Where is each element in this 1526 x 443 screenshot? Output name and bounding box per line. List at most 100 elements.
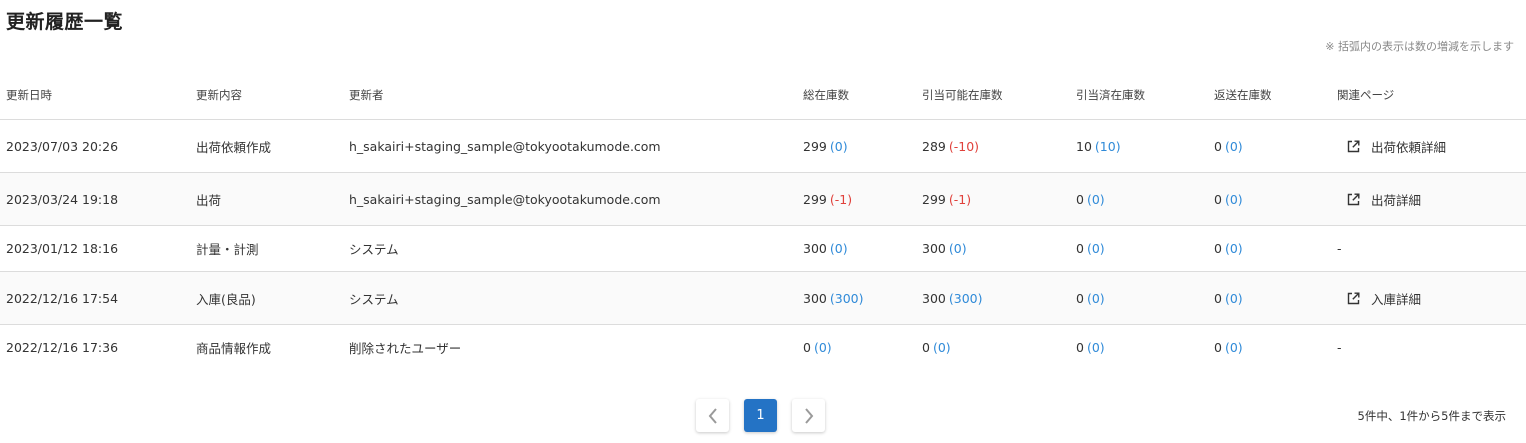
returned-stock-delta: (0)	[1224, 138, 1243, 154]
available-stock-delta: (0)	[932, 340, 951, 355]
allocated-stock-cell: 0 (0)	[1070, 172, 1208, 226]
prev-page-button[interactable]	[696, 399, 729, 432]
updater-cell: h_sakairi+staging_sample@tokyootakumode.…	[343, 172, 797, 226]
update-content-cell: 出荷依頼作成	[190, 119, 343, 173]
allocated-stock-cell: 10 (10)	[1070, 119, 1208, 173]
total-stock-value: 300	[803, 290, 827, 306]
column-header-related-page: 関連ページ	[1331, 71, 1526, 120]
allocated-stock-delta: (0)	[1086, 340, 1105, 355]
update-date-cell: 2023/01/12 18:16	[0, 225, 190, 272]
updater-cell: システム	[343, 225, 797, 272]
next-page-button[interactable]	[792, 399, 825, 432]
related-page-cell: -	[1331, 325, 1526, 371]
returned-stock-value: 0	[1214, 241, 1222, 256]
available-stock-delta: (300)	[948, 290, 983, 306]
table-row: 2023/03/24 19:18 出荷 h_sakairi+staging_samp…	[0, 172, 1526, 226]
available-stock-delta: (0)	[948, 241, 967, 256]
allocated-stock-delta: (0)	[1086, 290, 1105, 306]
page-button-current[interactable]: 1	[744, 399, 777, 432]
returned-stock-cell: 0 (0)	[1208, 225, 1331, 272]
related-page-link-label: 入庫詳細	[1371, 291, 1422, 307]
returned-stock-cell: 0 (0)	[1208, 325, 1331, 371]
updater-cell: 削除されたユーザー	[349, 341, 462, 356]
allocated-stock-delta: (0)	[1086, 191, 1105, 207]
update-content-cell: 出荷	[190, 172, 343, 226]
returned-stock-value: 0	[1214, 138, 1222, 154]
returned-stock-delta: (0)	[1224, 241, 1243, 256]
update-date-cell: 2022/12/16 17:36	[6, 340, 119, 355]
allocated-stock-cell: 0 (0)	[1070, 225, 1208, 272]
result-count: 5件中、1件から5件まで表示	[1357, 409, 1506, 423]
total-stock-delta: (300)	[829, 290, 864, 306]
updater-cell: h_sakairi+staging_sample@tokyootakumode.…	[343, 119, 797, 173]
available-stock-delta: (-10)	[948, 138, 980, 154]
allocated-stock-value: 0	[1076, 340, 1084, 355]
available-stock-value: 299	[922, 191, 946, 207]
table-row: 2022/12/16 17:54 入庫(良品) システム 300 (300) 300 (30…	[0, 271, 1526, 325]
related-page-link[interactable]: 出荷詳細	[1347, 190, 1421, 209]
returned-stock-delta: (0)	[1224, 340, 1243, 355]
column-header-total: 総在庫数	[797, 71, 916, 120]
available-stock-cell: 300 (0)	[916, 225, 1070, 272]
table-row: 2023/07/03 20:26 出荷依頼作成 h_sakairi+staging_…	[0, 119, 1526, 173]
related-page-link[interactable]: 入庫詳細	[1347, 289, 1421, 308]
available-stock-cell: 0 (0)	[916, 325, 1070, 371]
update-date-cell: 2022/12/16 17:54	[0, 271, 190, 325]
total-stock-cell: 300 (0)	[797, 225, 916, 272]
column-header-returned: 返送在庫数	[1208, 71, 1331, 120]
update-history-table: 更新日時 更新内容 更新者 総在庫数 引当可能在庫数 引当済在庫数 返送在庫数 …	[0, 71, 1526, 370]
available-stock-value: 0	[922, 340, 930, 355]
column-header-available: 引当可能在庫数	[916, 71, 1070, 120]
update-date-cell: 2023/03/24 19:18	[0, 172, 190, 226]
column-header-allocated: 引当済在庫数	[1070, 71, 1208, 120]
available-stock-delta: (-1)	[948, 191, 972, 207]
pagination: 1	[696, 399, 825, 432]
total-stock-cell: 300 (300)	[797, 271, 916, 325]
update-date-cell: 2023/07/03 20:26	[0, 119, 190, 173]
related-page-cell: 出荷依頼詳細	[1331, 119, 1526, 173]
external-link-icon	[1347, 140, 1360, 152]
update-content-cell: 商品情報作成	[196, 341, 272, 356]
related-page-link[interactable]: 出荷依頼詳細	[1347, 137, 1446, 156]
total-stock-delta: (0)	[829, 241, 848, 256]
total-stock-cell: 0 (0)	[797, 325, 916, 371]
total-stock-delta: (0)	[829, 138, 848, 154]
column-header-user: 更新者	[343, 71, 797, 120]
total-stock-value: 0	[803, 340, 811, 355]
total-stock-delta: (0)	[813, 340, 832, 355]
table-row: 2023/01/12 18:16 計量・計測 システム 300 (0) 300 (0) 0 (0…	[0, 225, 1526, 272]
returned-stock-cell: 0 (0)	[1208, 119, 1331, 173]
allocated-stock-value: 0	[1076, 241, 1084, 256]
related-page-cell: -	[1331, 225, 1526, 272]
no-related-page: -	[1337, 241, 1342, 256]
update-content-cell: 入庫(良品)	[190, 271, 343, 325]
allocated-stock-delta: (10)	[1094, 138, 1121, 154]
chevron-right-icon	[804, 407, 813, 424]
available-stock-cell: 300 (300)	[916, 271, 1070, 325]
column-header-date: 更新日時	[0, 71, 190, 120]
update-content-cell: 計量・計測	[190, 225, 343, 272]
available-stock-cell: 289 (-10)	[916, 119, 1070, 173]
returned-stock-delta: (0)	[1224, 290, 1243, 306]
returned-stock-value: 0	[1214, 191, 1222, 207]
available-stock-value: 300	[922, 290, 946, 306]
related-page-link-label: 出荷依頼詳細	[1371, 139, 1447, 155]
returned-stock-cell: 0 (0)	[1208, 172, 1331, 226]
available-stock-cell: 299 (-1)	[916, 172, 1070, 226]
total-stock-cell: 299 (0)	[797, 119, 916, 173]
returned-stock-cell: 0 (0)	[1208, 271, 1331, 325]
related-page-cell: 出荷詳細	[1331, 172, 1526, 226]
related-page-cell: 入庫詳細	[1331, 271, 1526, 325]
no-related-page: -	[1337, 340, 1342, 355]
allocated-stock-cell: 0 (0)	[1070, 271, 1208, 325]
delta-note: ※ 括弧内の表示は数の増減を示します	[1325, 40, 1514, 53]
total-stock-delta: (-1)	[829, 191, 853, 207]
table-header-row: 更新日時 更新内容 更新者 総在庫数 引当可能在庫数 引当済在庫数 返送在庫数 …	[0, 71, 1526, 120]
external-link-icon	[1347, 193, 1360, 205]
total-stock-value: 299	[803, 138, 827, 154]
external-link-icon	[1347, 292, 1360, 304]
available-stock-value: 289	[922, 138, 946, 154]
returned-stock-delta: (0)	[1224, 191, 1243, 207]
allocated-stock-cell: 0 (0)	[1070, 325, 1208, 371]
returned-stock-value: 0	[1214, 340, 1222, 355]
